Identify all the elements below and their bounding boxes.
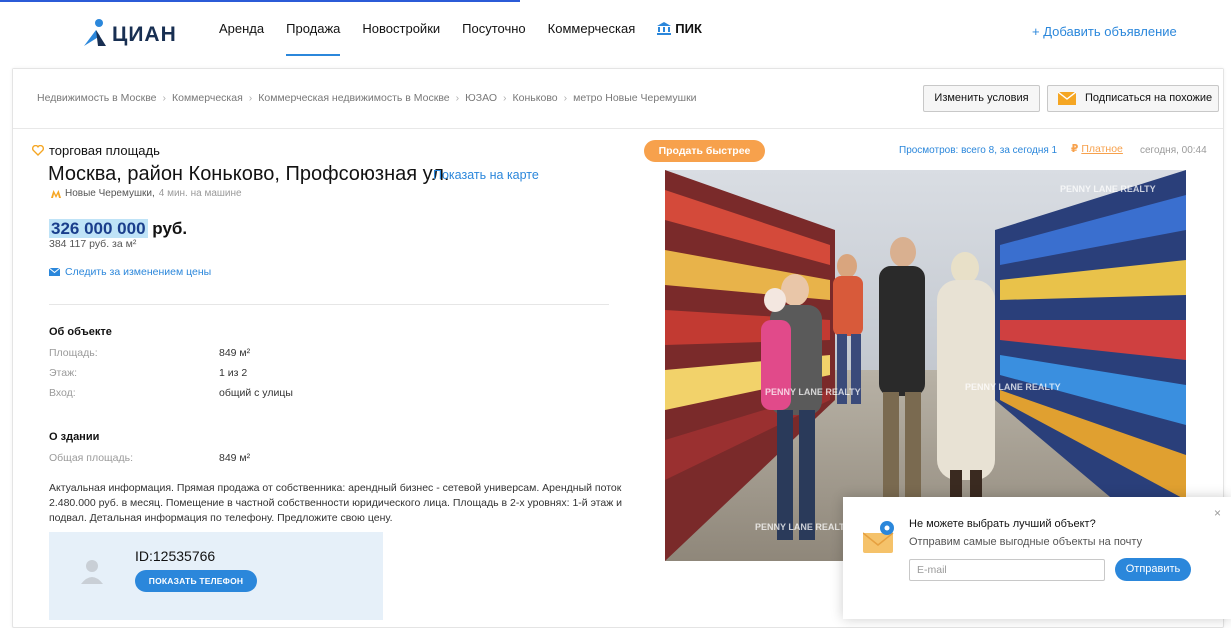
show-phone-button[interactable]: ПОКАЗАТЬ ТЕЛЕФОН	[135, 570, 257, 592]
views-counter[interactable]: Просмотров: всего 8, за сегодня 1	[899, 145, 1057, 156]
mail-icon	[49, 268, 60, 276]
cian-logo[interactable]: ЦИАН	[82, 12, 177, 48]
breadcrumb-item[interactable]: Коньково	[513, 92, 558, 104]
listing-type: торговая площадь	[49, 143, 160, 158]
logo-text: ЦИАН	[112, 23, 177, 46]
subscribe-label: Подписаться на похожие	[1085, 92, 1213, 104]
logo-person-icon	[84, 19, 106, 46]
listing-address: Москва, район Коньково, Профсоюзная ул.	[48, 163, 450, 185]
avatar-icon	[81, 560, 103, 584]
listing-type-row: торговая площадь	[32, 143, 160, 158]
breadcrumb-item[interactable]: Недвижимость в Москве	[37, 92, 157, 104]
publish-date: сегодня, 00:44	[1140, 145, 1207, 156]
object-row-key: Площадь:	[49, 347, 98, 359]
agent-id: ID:12535766	[135, 548, 216, 564]
heart-icon[interactable]	[32, 145, 44, 156]
price-value: 326 000 000	[49, 219, 148, 238]
breadcrumb-item[interactable]: метро Новые Черемушки	[573, 92, 696, 104]
breadcrumb-separator-icon: ›	[455, 92, 460, 104]
paid-badge[interactable]: ₽ Платное	[1071, 143, 1123, 155]
building-section-title: О здании	[49, 431, 100, 443]
price-per-m2: 384 117 руб. за м²	[49, 238, 137, 250]
object-row: Этаж: 1 из 2	[49, 367, 247, 379]
sell-faster-button[interactable]: Продать быстрее	[644, 140, 765, 162]
photo-watermark: PENNY LANE REALTY	[1060, 184, 1156, 194]
price-currency: руб.	[152, 219, 188, 238]
section-divider	[49, 304, 609, 305]
price: 326 000 000 руб.	[49, 219, 187, 239]
object-row-value: 849 м²	[219, 347, 251, 359]
photo-watermark: PENNY LANE REALTY	[765, 387, 861, 397]
email-input[interactable]	[909, 559, 1105, 581]
add-listing-link[interactable]: + Добавить объявление	[1032, 24, 1177, 39]
change-conditions-button[interactable]: Изменить условия	[923, 85, 1040, 112]
nav-new-buildings[interactable]: Новостройки	[362, 22, 440, 56]
breadcrumb-item[interactable]: Коммерческая недвижимость в Москве	[258, 92, 449, 104]
nav-commercial[interactable]: Коммерческая	[548, 22, 636, 56]
envelope-icon	[1058, 92, 1076, 105]
object-row-key: Этаж:	[49, 367, 78, 379]
close-icon[interactable]: ×	[1214, 506, 1221, 520]
object-row: Вход: общий с улицы	[49, 387, 293, 399]
follow-price-link[interactable]: Следить за изменением цены	[49, 266, 211, 278]
object-section-title: Об объекте	[49, 326, 112, 338]
breadcrumb-item[interactable]: ЮЗАО	[465, 92, 497, 104]
listing-description: Актуальная информация. Прямая продажа от…	[49, 482, 623, 524]
building-row: Общая площадь: 849 м²	[49, 452, 250, 464]
metro-time: 4 мин. на машине	[158, 188, 242, 199]
mail-location-icon	[863, 521, 894, 553]
paid-label: Платное	[1081, 143, 1123, 155]
breadcrumb-separator-icon: ›	[563, 92, 568, 104]
nav-daily[interactable]: Посуточно	[462, 22, 526, 56]
object-row: Площадь: 849 м²	[49, 347, 250, 359]
nav-pik[interactable]: ПИК	[657, 22, 702, 56]
popup-title: Не можете выбрать лучший объект?	[909, 518, 1096, 530]
breadcrumb-separator-icon: ›	[503, 92, 507, 104]
metro-station[interactable]: Новые Черемушки,	[65, 188, 155, 199]
main-nav: Аренда Продажа Новостройки Посуточно Ком…	[219, 22, 724, 56]
building-row-key: Общая площадь:	[49, 452, 134, 464]
photo-watermark: PENNY LANE REALTY	[965, 382, 1061, 392]
breadcrumb-separator-icon: ›	[248, 92, 253, 104]
object-row-key: Вход:	[49, 387, 76, 399]
email-subscribe-popup: × Не можете выбрать лучший объект? Отпра…	[843, 497, 1231, 619]
metro-info: Новые Черемушки, 4 мин. на машине	[51, 188, 242, 199]
breadcrumb-item[interactable]: Коммерческая	[172, 92, 243, 104]
ruble-icon: ₽	[1071, 143, 1079, 155]
nav-rent[interactable]: Аренда	[219, 22, 264, 56]
building-row-value: 849 м²	[219, 452, 251, 464]
site-header: ЦИАН Аренда Продажа Новостройки Посуточн…	[0, 2, 1231, 58]
metro-icon	[51, 189, 61, 198]
object-row-value: 1 из 2	[219, 367, 248, 379]
nav-sale[interactable]: Продажа	[286, 22, 341, 56]
bank-icon	[657, 22, 672, 35]
show-on-map-link[interactable]: Показать на карте	[433, 168, 539, 182]
follow-price-label: Следить за изменением цены	[65, 266, 212, 278]
breadcrumb-separator-icon: ›	[162, 92, 167, 104]
popup-subtitle: Отправим самые выгодные объекты на почту	[909, 536, 1143, 548]
nav-pik-label: ПИК	[675, 21, 702, 36]
agent-card: ID:12535766 ПОКАЗАТЬ ТЕЛЕФОН	[49, 532, 383, 620]
object-row-value: общий с улицы	[219, 387, 293, 399]
breadcrumb-bar: Недвижимость в Москве › Коммерческая › Ком…	[13, 69, 1223, 129]
breadcrumb: Недвижимость в Москве › Коммерческая › Ком…	[37, 92, 697, 104]
photo-watermark: PENNY LANE REALTY	[755, 522, 851, 532]
subscribe-similar-button[interactable]: Подписаться на похожие	[1047, 85, 1219, 112]
send-button[interactable]: Отправить	[1115, 558, 1191, 581]
